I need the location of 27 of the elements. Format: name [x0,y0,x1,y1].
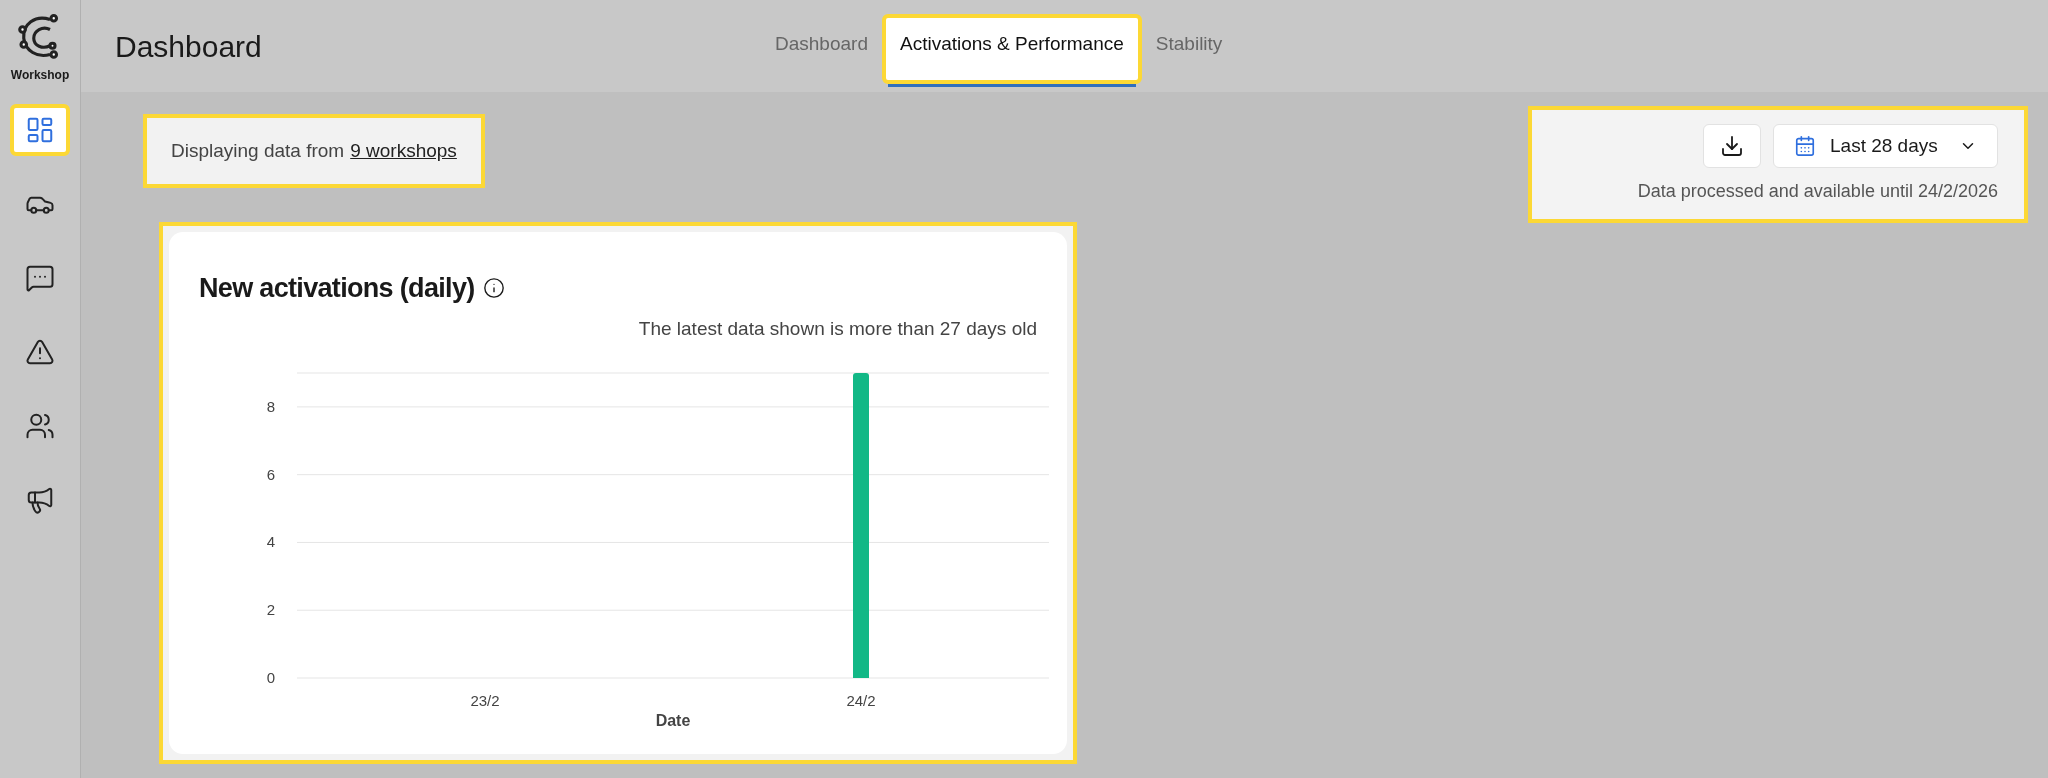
axis-title: Date [655,712,691,729]
users-icon [25,411,55,441]
y-tick-label: 4 [266,533,275,551]
notice-text: Displaying data from [171,138,345,163]
logo-label: Workshop [10,67,70,84]
y-tick-label: 6 [266,465,275,483]
card-title: New activations (daily) [199,272,475,305]
processed-until-text: Data processed and available until 24/2/2026 [1637,180,1998,203]
chat-bubble-icon [25,263,55,293]
page-title: Dashboard [115,28,262,65]
tab[interactable]: Activations & Performance [881,14,1142,84]
info-icon[interactable] [482,277,505,300]
sidebar-item[interactable] [10,104,70,156]
stale-data-notice: The latest data shown is more than 27 days old [638,316,1037,341]
megaphone-icon [25,485,55,515]
calendar-icon [1794,135,1816,157]
x-tick-label: 24/2 [846,692,876,709]
workshops-link[interactable]: 9 workshops [350,136,457,166]
y-tick-label: 2 [266,601,275,619]
y-tick-label: 8 [266,397,275,415]
date-range-dropdown[interactable]: Last 28 days [1773,124,1998,168]
x-tick-label: 23/2 [470,692,500,709]
y-tick-label: 0 [266,669,275,686]
warning-icon [25,337,55,367]
download-icon [1720,134,1744,158]
download-button[interactable] [1703,124,1761,168]
dashboard-icon [25,115,55,145]
